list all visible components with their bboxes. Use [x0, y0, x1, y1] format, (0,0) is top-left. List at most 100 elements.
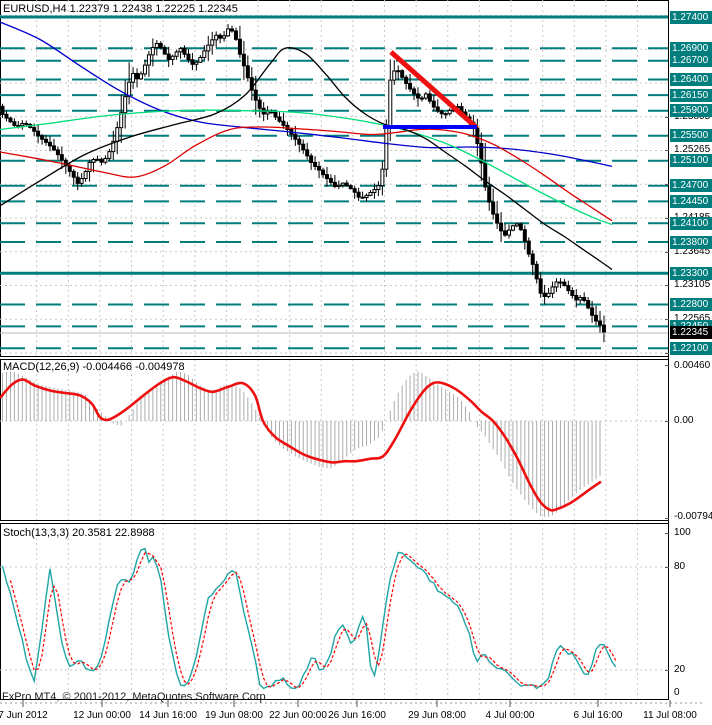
- candle-body: [336, 184, 341, 187]
- price-chart-svg: [0, 0, 668, 356]
- ma-black[interactable]: [0, 47, 613, 271]
- stoch-axis-label: 0: [674, 687, 680, 698]
- candle-body: [384, 124, 389, 170]
- candle-body: [356, 191, 361, 198]
- candle-body: [170, 55, 175, 61]
- candle-body: [12, 121, 17, 126]
- candle-body: [443, 113, 448, 116]
- candle-body: [190, 59, 195, 65]
- candle-body: [20, 123, 25, 127]
- candle-body: [40, 135, 45, 140]
- candle-body: [412, 88, 417, 95]
- candle-body: [230, 28, 235, 32]
- candle-body: [427, 93, 432, 102]
- candle-body: [158, 42, 163, 49]
- candle-body: [241, 53, 246, 67]
- candle-body: [352, 188, 357, 193]
- panel-separator-macd-stoch[interactable]: [0, 520, 669, 524]
- candle-body: [142, 64, 147, 75]
- level-price-badge: 1.25100: [670, 154, 712, 168]
- axis-tick: [665, 532, 669, 534]
- macd-svg: [0, 359, 668, 520]
- stoch-axis-label: 80: [674, 561, 686, 572]
- candle-body: [328, 178, 333, 183]
- candle-body: [423, 93, 428, 99]
- axis-tick: [665, 670, 669, 671]
- candle-body: [202, 50, 207, 58]
- mt4-chart-window: EURUSD,H4 1.22379 1.22438 1.22225 1.2234…: [0, 0, 712, 725]
- price-axis[interactable]: 1.258051.252651.247251.241851.236451.231…: [665, 0, 712, 699]
- candle-body: [332, 181, 337, 187]
- candle-body: [107, 151, 112, 159]
- time-axis[interactable]: 7 Jun 2012 12 Jun 00:00 14 Jun 16:00 19 Jun…: [0, 700, 712, 725]
- axis-tick: [665, 352, 669, 354]
- level-price-badge: 1.24450: [670, 194, 712, 208]
- candle-body: [550, 286, 555, 294]
- candle-body: [186, 53, 191, 61]
- candle-body: [364, 194, 369, 199]
- candle-body: [317, 165, 322, 171]
- candle-body: [150, 47, 155, 56]
- descending-trendline[interactable]: [389, 50, 479, 130]
- stoch-signal-line[interactable]: [9, 552, 617, 688]
- axis-tick: [665, 319, 669, 321]
- level-price-badge: 1.26900: [670, 41, 712, 55]
- candle-body: [376, 185, 381, 191]
- stoch-axis-label: 20: [674, 664, 686, 675]
- time-axis-svg: [0, 700, 702, 707]
- candle-body: [233, 30, 238, 40]
- ma-green[interactable]: [0, 109, 613, 226]
- candle-body: [483, 162, 488, 188]
- candle-body: [253, 89, 258, 101]
- candle-body: [115, 127, 120, 142]
- main-chart-panel[interactable]: [0, 0, 668, 356]
- macd-axis-label: -0.00794: [674, 511, 712, 522]
- candle-body: [166, 53, 171, 61]
- candle-body: [392, 70, 397, 81]
- macd-indicator-panel[interactable]: [0, 359, 668, 520]
- candle-body: [400, 70, 405, 78]
- panel-separator-main-macd[interactable]: [0, 356, 669, 360]
- level-price-badge: 1.24700: [670, 179, 712, 193]
- candle-body: [526, 240, 531, 255]
- candle-body: [146, 54, 151, 66]
- axis-tick: [665, 251, 669, 253]
- level-price-badge: 1.25900: [670, 104, 712, 118]
- axis-tick: [665, 517, 669, 519]
- candle-body: [435, 106, 440, 112]
- candle-body: [340, 182, 345, 186]
- candle-body: [24, 123, 29, 126]
- candle-body: [503, 230, 508, 236]
- candle-body: [348, 185, 353, 190]
- candle-body: [594, 314, 599, 322]
- stoch-main-line[interactable]: [1, 547, 617, 690]
- candle-body: [79, 178, 84, 184]
- stoch-indicator-panel[interactable]: [0, 523, 668, 699]
- candle-body: [506, 229, 511, 236]
- candle-body: [372, 189, 377, 193]
- candle-body: [293, 133, 298, 140]
- macd-label: MACD(12,26,9) -0.004466 -0.004978: [3, 361, 185, 373]
- platform-copyright: FxPro MT4, © 2001-2012, MetaQuotes Softw…: [2, 691, 269, 703]
- candle-body: [91, 159, 96, 163]
- level-price-badge: 1.26150: [670, 88, 712, 102]
- candle-body: [135, 72, 140, 80]
- axis-tick: [665, 421, 669, 422]
- candle-body: [8, 117, 13, 123]
- candle-body: [344, 182, 349, 187]
- candle-body: [534, 263, 539, 280]
- candle-body: [321, 169, 326, 176]
- candle-body: [47, 141, 52, 147]
- candle-body: [447, 109, 452, 115]
- macd-axis-label: 0.00460: [674, 360, 711, 371]
- stoch-axis-label: 100: [674, 527, 691, 538]
- candle-body: [131, 72, 136, 83]
- level-price-badge: 1.24100: [670, 216, 712, 230]
- candle-body: [99, 158, 104, 163]
- candle-body: [586, 299, 591, 309]
- level-price-badge: 1.26400: [670, 73, 712, 86]
- candle-body: [36, 130, 41, 137]
- candle-body: [281, 120, 286, 126]
- candle-body: [174, 51, 179, 57]
- candle-body: [218, 34, 223, 39]
